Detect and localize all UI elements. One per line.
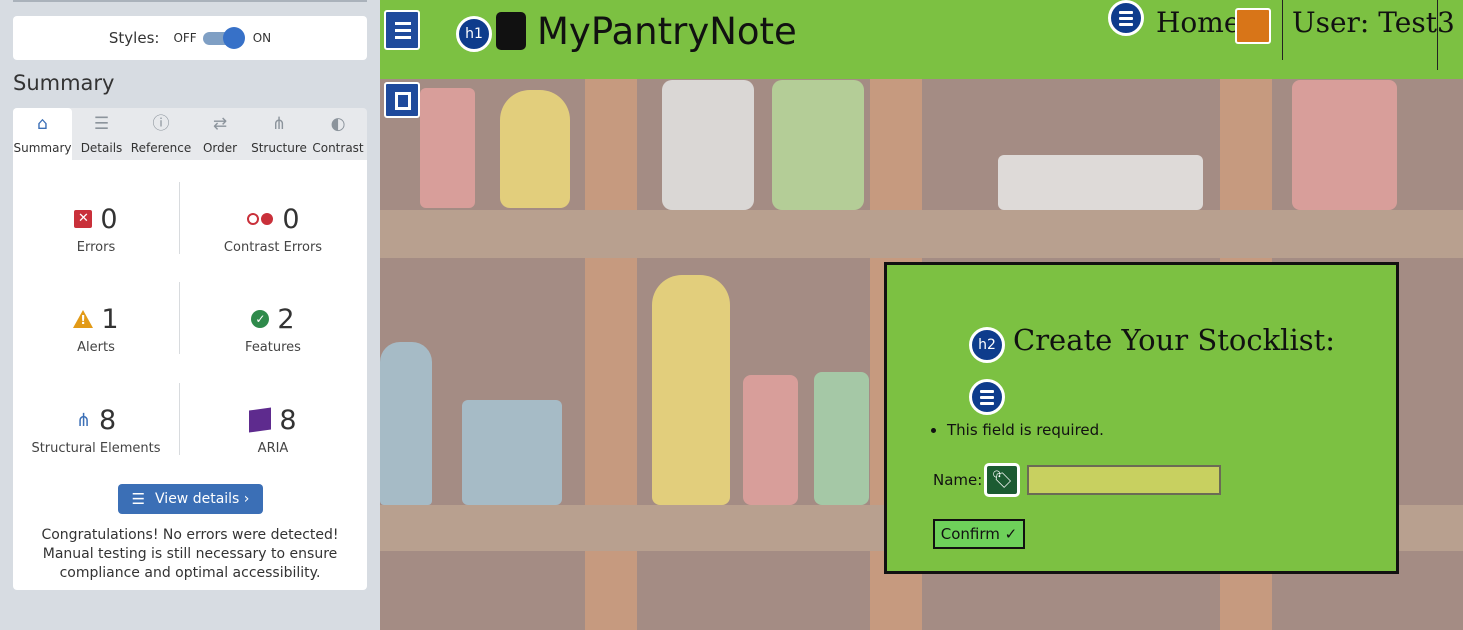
oil-bottle-image	[500, 90, 570, 208]
tag-icon: 🏷	[984, 463, 1020, 497]
view-details-button[interactable]: ☰ View details ›	[118, 484, 263, 514]
congrats-message: Congratulations! No errors were detected…	[41, 527, 339, 581]
list-icon	[1108, 0, 1144, 36]
tab-structure[interactable]: ⋔ Structure	[249, 108, 309, 160]
list-icon: ☰	[93, 114, 110, 134]
home-icon: ⌂	[37, 114, 48, 134]
features-label: Features	[245, 340, 301, 355]
tab-details[interactable]: ☰ Details	[72, 108, 131, 160]
tab-label: Details	[80, 141, 123, 155]
contrast-icon: ◐	[330, 114, 346, 134]
structure-icon: ⋔	[75, 409, 91, 431]
tomato-jar-image	[420, 88, 475, 208]
soda-can-image	[743, 375, 798, 505]
name-label: Name:	[933, 471, 983, 489]
contrast-errors-label: Contrast Errors	[223, 240, 323, 255]
h2-badge: h2	[969, 327, 1005, 363]
styles-label: Styles:	[108, 29, 160, 47]
aria-count: 8	[279, 404, 297, 436]
form-heading: Create Your Stocklist:	[1013, 323, 1336, 357]
list-icon: ☰	[131, 490, 146, 508]
view-details-label: View details ›	[155, 491, 250, 507]
stat-errors[interactable]: ✕ 0 Errors	[13, 202, 179, 255]
tab-label: Order	[202, 141, 238, 155]
errors-count: 0	[100, 203, 118, 235]
toggle-on-label: ON	[252, 31, 272, 45]
tab-label: Structure	[251, 141, 307, 155]
css-icon	[384, 10, 420, 50]
structural-label: Structural Elements	[31, 441, 161, 456]
nav-divider	[1282, 0, 1283, 60]
stat-structural[interactable]: ⋔ 8 Structural Elements	[13, 403, 179, 457]
css-icon	[384, 82, 420, 118]
egg-carton-image	[998, 155, 1203, 210]
error-list-item: This field is required.	[947, 421, 1104, 439]
order-icon: ⇄	[212, 114, 228, 134]
alert-icon: !	[73, 310, 94, 328]
h1-badge: h1	[456, 16, 492, 52]
contrast-error-icon	[246, 213, 274, 225]
tin-can-image	[462, 400, 562, 505]
shelf-board	[380, 210, 1463, 258]
confirm-button[interactable]: Confirm ✓	[933, 519, 1025, 549]
sidebar-tabs: ⌂ Summary ☰ Details ⓘ Reference ⇄ Order …	[13, 108, 367, 160]
tab-contrast[interactable]: ◐ Contrast	[309, 108, 367, 160]
list-icon	[969, 379, 1005, 415]
aria-icon	[249, 407, 272, 433]
features-count: 2	[277, 303, 295, 335]
info-icon: ⓘ	[152, 114, 170, 134]
alerts-label: Alerts	[77, 340, 115, 355]
error-list: This field is required.	[947, 421, 1104, 439]
beer-can-image	[814, 372, 869, 505]
name-input[interactable]	[1027, 465, 1221, 495]
clipboard-icon	[496, 12, 526, 50]
sidebar-top-divider	[13, 0, 367, 2]
alerts-count: 1	[101, 303, 119, 335]
tab-summary[interactable]: ⌂ Summary	[13, 108, 72, 160]
stat-features[interactable]: ✓ 2 Features	[179, 302, 367, 356]
summary-heading: Summary	[13, 71, 115, 95]
page-preview: h1 MyPantryNote Home User: Test3 h2 Crea…	[380, 0, 1463, 630]
structure-icon: ⋔	[271, 114, 287, 134]
tomato-jar-image	[1292, 80, 1397, 210]
site-title: MyPantryNote	[537, 10, 797, 53]
tab-reference[interactable]: ⓘ Reference	[131, 108, 191, 160]
styles-toggle-box: Styles: OFF ON	[13, 16, 367, 60]
styles-toggle[interactable]	[202, 27, 247, 49]
jar-image	[662, 80, 754, 210]
toggle-knob[interactable]	[222, 27, 245, 49]
nav-user-link[interactable]: User: Test3	[1292, 6, 1455, 39]
feature-check-icon: ✓	[251, 310, 270, 328]
warning-link-icon	[1235, 8, 1271, 44]
tab-label: Summary	[13, 141, 72, 155]
stat-alerts[interactable]: ! 1 Alerts	[13, 302, 179, 355]
salt-shaker-image	[380, 342, 432, 505]
tab-label: Contrast	[312, 141, 364, 155]
tab-order[interactable]: ⇄ Order	[191, 108, 249, 160]
nav-divider	[1437, 0, 1438, 70]
wave-sidebar: Styles: OFF ON Summary ⌂ Summary ☰ Detai…	[0, 0, 380, 630]
tab-label: Reference	[130, 141, 192, 155]
summary-panel: ✕ 0 Errors 0 Contrast Errors ! 1 Alerts ✓ 2…	[13, 160, 367, 590]
stat-aria[interactable]: 8 ARIA	[179, 403, 367, 456]
aria-label: ARIA	[257, 441, 289, 456]
error-icon: ✕	[74, 210, 93, 228]
pickle-jar-image	[772, 80, 864, 210]
nav-home-link[interactable]: Home	[1156, 6, 1240, 39]
structural-count: 8	[98, 404, 117, 436]
juice-bottle-image	[652, 275, 730, 505]
stat-contrast-errors[interactable]: 0 Contrast Errors	[179, 202, 367, 256]
toggle-off-label: OFF	[173, 31, 197, 45]
contrast-errors-count: 0	[282, 203, 300, 235]
errors-label: Errors	[76, 240, 116, 255]
stocklist-form: h2 Create Your Stocklist: This field is …	[884, 262, 1399, 574]
